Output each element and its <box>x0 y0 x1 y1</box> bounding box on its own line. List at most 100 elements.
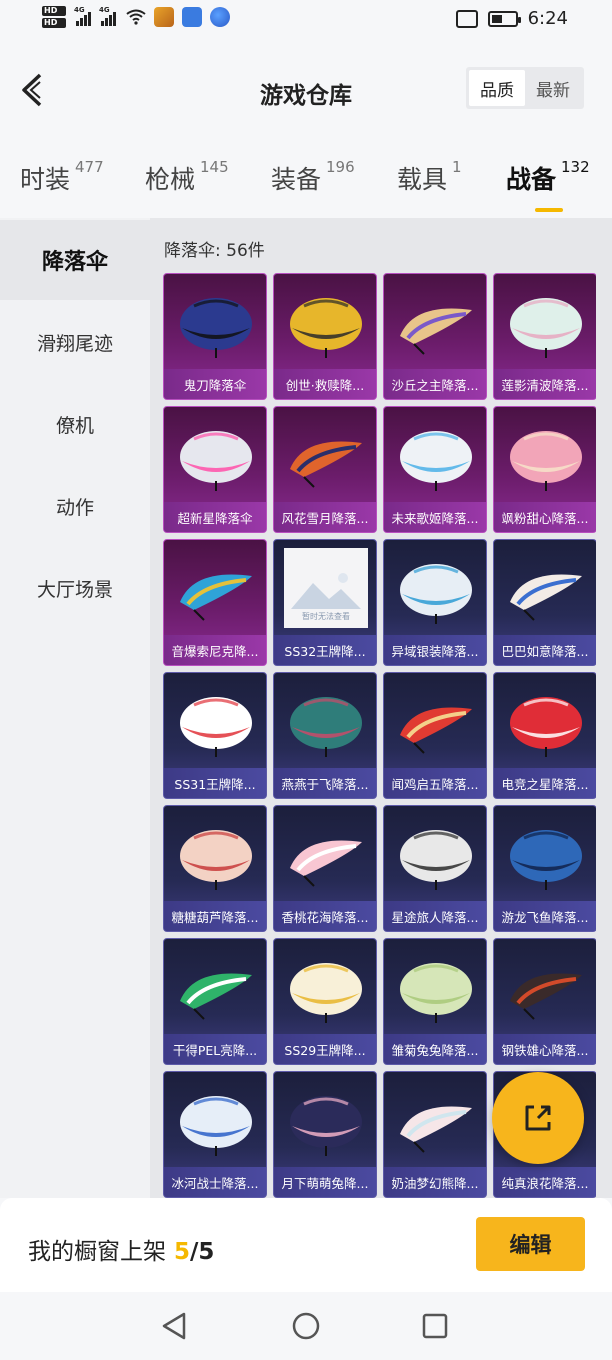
parachute-icon <box>510 298 582 358</box>
item-card[interactable]: 奶油梦幻熊降... <box>383 1071 487 1198</box>
parachute-icon <box>290 697 362 757</box>
parachute-icon <box>510 574 582 621</box>
sidebar-item-glide-trail[interactable]: 滑翔尾迹 <box>0 302 150 382</box>
tab-vehicles[interactable]: 载具 1 <box>397 158 462 196</box>
item-card[interactable]: 月下萌萌兔降... <box>273 1071 377 1198</box>
item-card[interactable]: 未来歌姬降落... <box>383 406 487 533</box>
item-card[interactable]: 钢铁雄心降落... <box>493 938 596 1065</box>
item-card[interactable]: 冰河战士降落... <box>163 1071 267 1198</box>
item-card[interactable]: 飒粉甜心降落... <box>493 406 596 533</box>
app-notification-icon <box>182 7 202 27</box>
sort-option-latest[interactable]: 最新 <box>525 70 581 106</box>
placeholder-text: 暂时无法查看 <box>302 612 350 621</box>
item-card[interactable]: 巴巴如意降落... <box>493 539 596 666</box>
item-card[interactable]: 闻鸡启五降落... <box>383 672 487 799</box>
sidebar-item-parachute[interactable]: 降落伞 <box>0 220 150 300</box>
sidebar-item-lobby-scene[interactable]: 大厅场景 <box>0 548 150 628</box>
item-name: 雏菊兔兔降落... <box>384 1034 486 1064</box>
item-name: SS31王牌降... <box>164 768 266 798</box>
category-count: 降落伞: 56件 <box>164 241 265 261</box>
parachute-icon <box>180 1096 252 1156</box>
tab-combat-gear[interactable]: 战备 132 <box>506 158 590 212</box>
image-placeholder: 暂时无法查看 <box>284 548 368 628</box>
tab-fashion[interactable]: 时装 477 <box>20 158 104 196</box>
item-card[interactable]: 电竞之星降落... <box>493 672 596 799</box>
parachute-icon <box>290 298 362 358</box>
item-card[interactable]: 异域银装降落... <box>383 539 487 666</box>
item-name: 巴巴如意降落... <box>494 635 596 665</box>
bottom-bar: 我的橱窗上架 5 / 5 编辑 <box>0 1198 612 1292</box>
item-name: 游龙飞鱼降落... <box>494 901 596 931</box>
item-name: 创世·救赎降... <box>274 369 376 399</box>
item-name: 糖糖葫芦降落... <box>164 901 266 931</box>
parachute-icon <box>290 441 362 488</box>
home-circle-icon[interactable] <box>290 1310 322 1342</box>
item-card[interactable]: SS31王牌降... <box>163 672 267 799</box>
item-name: 燕燕于飞降落... <box>274 768 376 798</box>
item-card[interactable]: 莲影清波降落... <box>493 273 596 400</box>
item-card[interactable]: 糖糖葫芦降落... <box>163 805 267 932</box>
parachute-icon <box>510 830 582 890</box>
parachute-icon <box>400 830 472 890</box>
item-card[interactable]: 沙丘之主降落... <box>383 273 487 400</box>
item-name: 未来歌姬降落... <box>384 502 486 532</box>
tab-equipment[interactable]: 装备 196 <box>271 158 355 196</box>
parachute-icon <box>400 431 472 491</box>
item-name: 电竞之星降落... <box>494 768 596 798</box>
parachute-icon <box>510 431 582 491</box>
parachute-icon <box>400 707 472 754</box>
signal-icon: 4G <box>74 6 91 26</box>
showcase-total: 5 <box>198 1239 215 1265</box>
mountain-image-icon <box>291 573 361 609</box>
item-card[interactable]: 音爆索尼克降... <box>163 539 267 666</box>
item-card[interactable]: 游龙飞鱼降落... <box>493 805 596 932</box>
parachute-icon <box>400 564 472 624</box>
category-tabs: 时装 477 枪械 145 装备 196 载具 1 战备 132 <box>0 150 612 218</box>
recents-square-icon[interactable] <box>419 1310 451 1342</box>
item-card[interactable]: 暂时无法查看 SS32王牌降... <box>273 539 377 666</box>
item-name: 异域银装降落... <box>384 635 486 665</box>
parachute-icon <box>180 973 252 1020</box>
active-tab-indicator <box>535 208 563 212</box>
vibrate-icon <box>455 9 478 28</box>
hd-icon: HD HD <box>42 6 66 28</box>
parachute-icon <box>400 963 472 1023</box>
sort-option-quality[interactable]: 品质 <box>469 70 525 106</box>
item-name: 风花雪月降落... <box>274 502 376 532</box>
item-card[interactable]: 雏菊兔兔降落... <box>383 938 487 1065</box>
sidebar-item-emote[interactable]: 动作 <box>0 466 150 546</box>
item-name: 钢铁雄心降落... <box>494 1034 596 1064</box>
item-card[interactable]: 风花雪月降落... <box>273 406 377 533</box>
item-name: 星途旅人降落... <box>384 901 486 931</box>
item-name: 超新星降落伞 <box>164 502 266 532</box>
item-name: 鬼刀降落伞 <box>164 369 266 399</box>
app-notification-icon <box>210 7 230 27</box>
item-name: SS29王牌降... <box>274 1034 376 1064</box>
item-card[interactable]: 燕燕于飞降落... <box>273 672 377 799</box>
item-card[interactable]: SS29王牌降... <box>273 938 377 1065</box>
tab-firearms[interactable]: 枪械 145 <box>145 158 229 196</box>
back-triangle-icon[interactable] <box>158 1310 190 1342</box>
parachute-icon <box>510 973 582 1020</box>
parachute-icon <box>290 1096 362 1156</box>
item-card[interactable]: 创世·救赎降... <box>273 273 377 400</box>
item-card[interactable]: 超新星降落伞 <box>163 406 267 533</box>
sidebar: 降落伞 滑翔尾迹 僚机 动作 大厅场景 <box>0 218 150 1198</box>
share-button[interactable] <box>492 1072 584 1164</box>
item-name: 干得PEL亮降... <box>164 1034 266 1064</box>
item-name: 香桃花海降落... <box>274 901 376 931</box>
item-card[interactable]: 鬼刀降落伞 <box>163 273 267 400</box>
item-grid: 鬼刀降落伞 创世·救赎降... 沙丘之主降落... 莲影清波降落... 超新星降落伞 风花… <box>163 273 596 1198</box>
item-card[interactable]: 香桃花海降落... <box>273 805 377 932</box>
item-card[interactable]: 星途旅人降落... <box>383 805 487 932</box>
sidebar-item-wingman[interactable]: 僚机 <box>0 384 150 464</box>
parachute-icon <box>290 840 362 887</box>
status-right: 6:24 <box>455 8 568 29</box>
edit-button[interactable]: 编辑 <box>476 1217 585 1271</box>
app-notification-icon <box>154 7 174 27</box>
item-card[interactable]: 干得PEL亮降... <box>163 938 267 1065</box>
parachute-icon <box>400 308 472 355</box>
item-name: 音爆索尼克降... <box>164 635 266 665</box>
header: 游戏仓库 品质 最新 <box>0 42 612 138</box>
item-name: 月下萌萌兔降... <box>274 1167 376 1197</box>
